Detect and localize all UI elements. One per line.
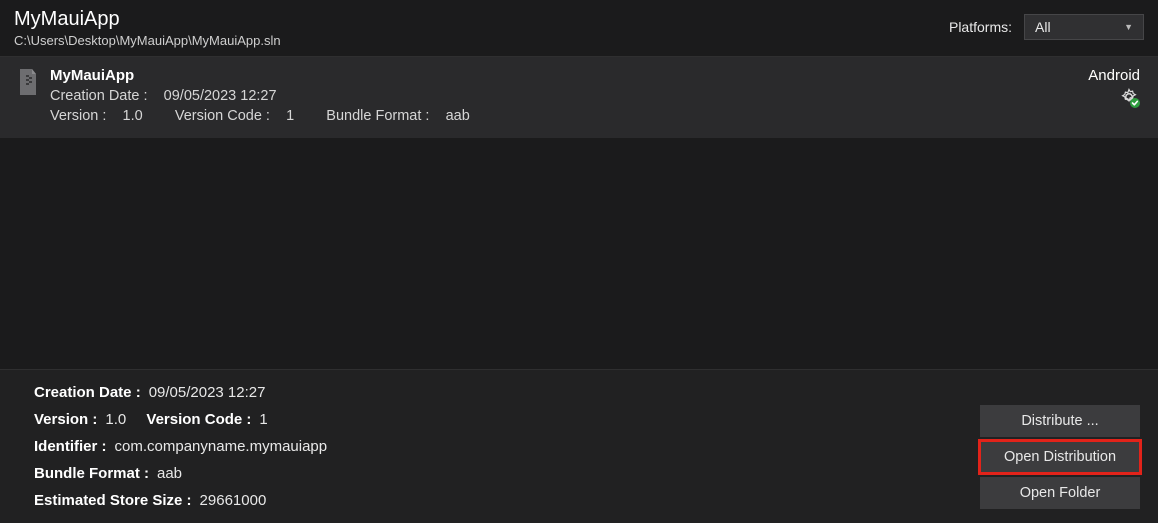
detail-estimated-size-label: Estimated Store Size :: [34, 492, 192, 509]
version-label: Version :: [50, 108, 106, 124]
header-right: Platforms: All ▼: [949, 14, 1144, 40]
detail-version-value: 1.0: [105, 411, 126, 428]
archive-name: MyMauiApp: [50, 67, 470, 84]
details-list: Creation Date : 09/05/2023 12:27 Version…: [34, 384, 327, 509]
platforms-dropdown[interactable]: All ▼: [1024, 14, 1144, 40]
archive-item[interactable]: MyMauiApp Creation Date : 09/05/2023 12:…: [0, 57, 1158, 138]
open-distribution-button[interactable]: Open Distribution: [980, 441, 1140, 473]
platforms-label: Platforms:: [949, 19, 1012, 35]
creation-date-value: 09/05/2023 12:27: [164, 88, 277, 104]
solution-path: C:\Users\Desktop\MyMauiApp\MyMauiApp.sln: [14, 33, 281, 48]
version-value: 1.0: [123, 108, 143, 124]
bundle-format-label: Bundle Format :: [326, 108, 429, 124]
archive-creation-date-line: Creation Date : 09/05/2023 12:27: [50, 88, 470, 104]
detail-bundle-format-label: Bundle Format :: [34, 465, 149, 482]
detail-creation-date-value: 09/05/2023 12:27: [149, 384, 266, 401]
detail-identifier: Identifier : com.companyname.mymauiapp: [34, 438, 327, 455]
detail-estimated-size: Estimated Store Size : 29661000: [34, 492, 327, 509]
detail-bundle-format: Bundle Format : aab: [34, 465, 327, 482]
detail-version-code-value: 1: [259, 411, 267, 428]
detail-estimated-size-value: 29661000: [200, 492, 267, 509]
archive-info: MyMauiApp Creation Date : 09/05/2023 12:…: [50, 67, 470, 124]
detail-bundle-format-value: aab: [157, 465, 182, 482]
actions-panel: Distribute ... Open Distribution Open Fo…: [980, 405, 1140, 509]
header: MyMauiApp C:\Users\Desktop\MyMauiApp\MyM…: [0, 0, 1158, 57]
detail-identifier-label: Identifier :: [34, 438, 107, 455]
detail-creation-date-label: Creation Date :: [34, 384, 141, 401]
details-panel: Creation Date : 09/05/2023 12:27 Version…: [0, 369, 1158, 523]
detail-creation-date: Creation Date : 09/05/2023 12:27: [34, 384, 327, 401]
chevron-down-icon: ▼: [1124, 22, 1133, 32]
app-title: MyMauiApp: [14, 8, 281, 31]
platforms-selected: All: [1035, 19, 1051, 35]
detail-identifier-value: com.companyname.mymauiapp: [115, 438, 328, 455]
archive-version-line: Version : 1.0 Version Code : 1 Bundle Fo…: [50, 108, 470, 124]
header-left: MyMauiApp C:\Users\Desktop\MyMauiApp\MyM…: [14, 8, 281, 48]
archive-list-area: [0, 138, 1158, 369]
open-folder-button[interactable]: Open Folder: [980, 477, 1140, 509]
archive-file-icon: [18, 69, 38, 95]
detail-version-row: Version : 1.0 Version Code : 1: [34, 411, 327, 428]
version-code-label: Version Code :: [175, 108, 270, 124]
gear-check-icon: [1120, 88, 1140, 108]
distribute-button[interactable]: Distribute ...: [980, 405, 1140, 437]
platform-name: Android: [1088, 67, 1140, 84]
creation-date-label: Creation Date :: [50, 88, 148, 104]
version-code-value: 1: [286, 108, 294, 124]
bundle-format-value: aab: [446, 108, 470, 124]
archive-left: MyMauiApp Creation Date : 09/05/2023 12:…: [18, 67, 470, 124]
detail-version-label: Version :: [34, 411, 97, 428]
archive-right: Android: [1088, 67, 1140, 108]
detail-version-code-label: Version Code :: [146, 411, 251, 428]
